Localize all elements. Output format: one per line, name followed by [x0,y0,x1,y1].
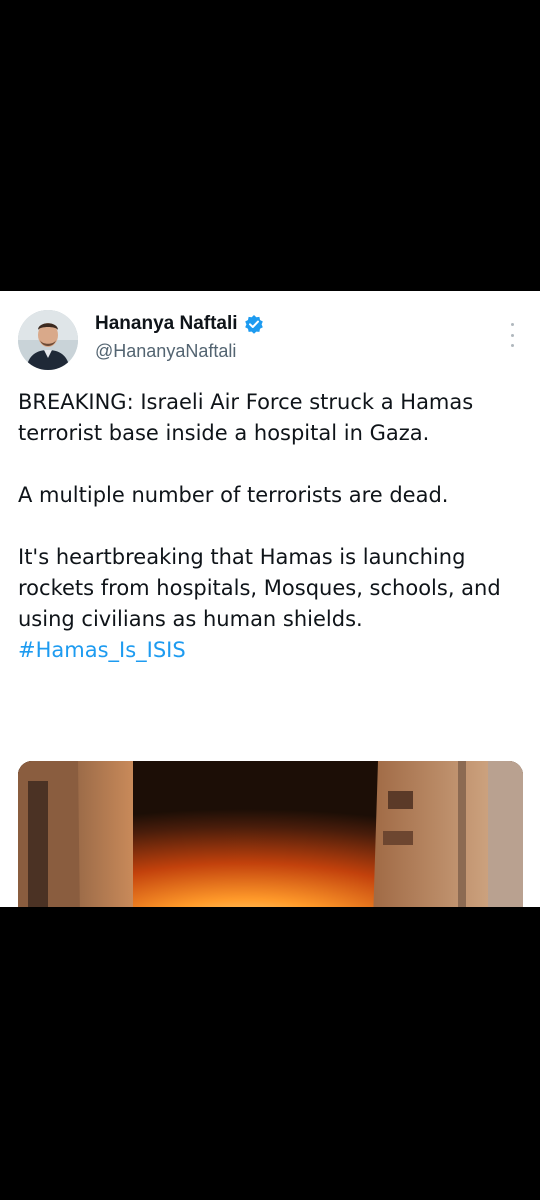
tweet-card: Hananya Naftali @HananyaNaftali BREAKING… [0,291,540,907]
verified-badge-icon [244,314,264,334]
tweet-paragraph-3: It's heartbreaking that Hamas is launchi… [18,542,523,666]
tweet-paragraph-3-text: It's heartbreaking that Hamas is launchi… [18,545,501,631]
more-options-icon[interactable] [508,323,516,347]
bottom-letterbox [0,907,540,1200]
tweet-text: BREAKING: Israeli Air Force struck a Ham… [18,387,523,697]
avatar[interactable] [18,310,78,370]
display-name[interactable]: Hananya Naftali [95,313,264,335]
user-handle[interactable]: @HananyaNaftali [95,341,236,362]
display-name-text[interactable]: Hananya Naftali [95,313,238,335]
hashtag-link[interactable]: #Hamas_Is_ISIS [18,638,186,662]
tweet-paragraph-2: A multiple number of terrorists are dead… [18,483,449,507]
top-letterbox [0,0,540,291]
tweet-media-image[interactable] [18,761,523,907]
tweet-paragraph-1: BREAKING: Israeli Air Force struck a Ham… [18,390,474,445]
